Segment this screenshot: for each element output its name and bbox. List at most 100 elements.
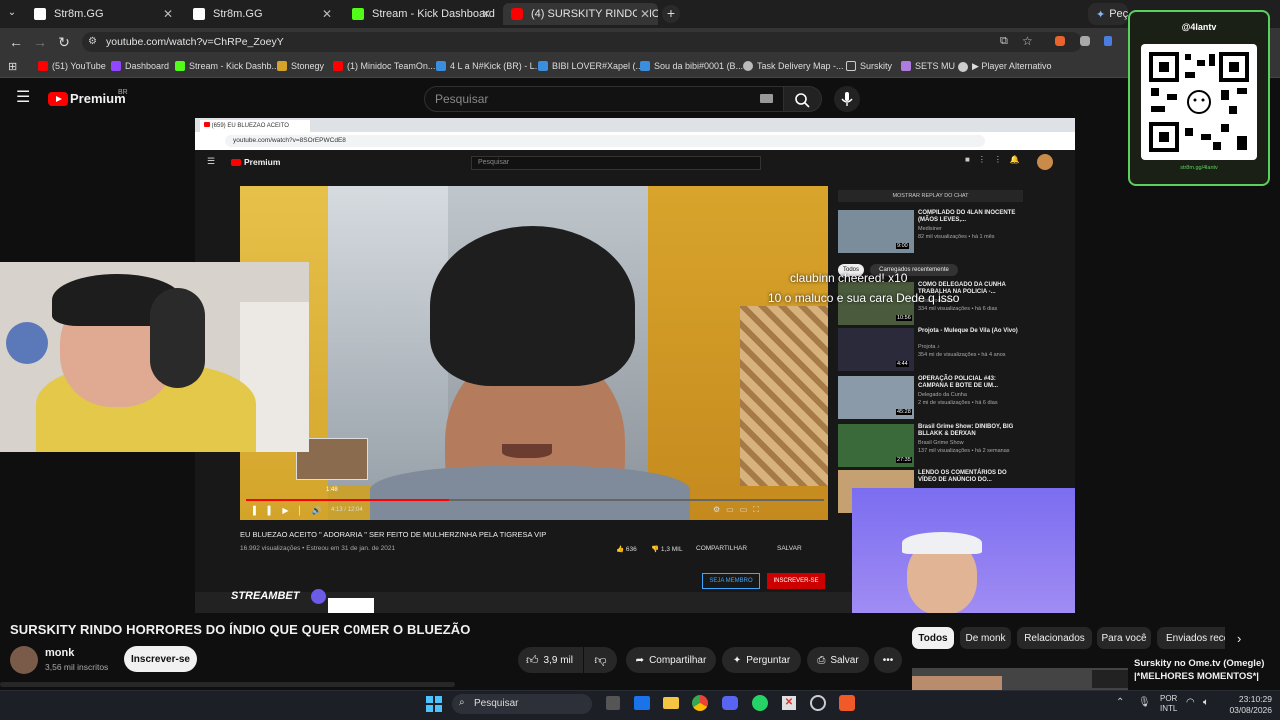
inner-rec-channel: Medisiner xyxy=(918,226,942,232)
bookmark-kick[interactable]: Stream - Kick Dashb... xyxy=(175,61,279,71)
apps-grid-icon[interactable]: ⊞ xyxy=(8,60,17,73)
search-input[interactable]: Pesquisar xyxy=(424,86,784,112)
bookmark-label: ▶ Player Alternativo xyxy=(972,61,1052,71)
channel-avatar[interactable] xyxy=(10,646,38,674)
windows-start-icon[interactable] xyxy=(426,696,442,712)
bookmark-folder-surskity[interactable]: Surskity xyxy=(846,61,892,71)
task-view-icon[interactable] xyxy=(606,696,620,710)
qr-code xyxy=(1141,44,1257,160)
like-icon: 👍︎ xyxy=(526,652,539,667)
youtube-favicon-icon xyxy=(204,122,210,127)
inner-rec-item: 4:44 Projota - Muleque De Vila (Ao Vivo) P… xyxy=(838,328,1028,372)
reload-icon[interactable]: ↻ xyxy=(56,34,72,50)
tab-search-icon[interactable]: ⌄ xyxy=(4,5,20,21)
dislike-button[interactable]: 👎︎ xyxy=(584,647,617,673)
streamer-facecam-right xyxy=(852,488,1075,613)
youtube-logo-icon[interactable] xyxy=(48,92,68,106)
capcut-icon[interactable]: ✕ xyxy=(782,696,796,710)
tab-label: Str8m.GG xyxy=(54,8,104,20)
chevron-right-icon[interactable]: › xyxy=(1237,631,1241,646)
back-icon[interactable]: ← xyxy=(8,34,24,50)
file-explorer-icon[interactable] xyxy=(663,697,679,709)
bookmark-lan-kick[interactable]: 4 L a N#Kick (BR) - L... xyxy=(436,61,542,71)
cast-icon[interactable]: ⧉ xyxy=(1000,35,1008,48)
new-tab-icon[interactable]: + xyxy=(662,5,680,23)
language-indicator[interactable]: POR INTL xyxy=(1160,694,1177,714)
bookmark-sou-da-bibi[interactable]: Sou da bibi#0001 (B... xyxy=(640,61,743,71)
share-button[interactable]: ➦ Compartilhar xyxy=(626,647,716,673)
country-badge: BR xyxy=(118,89,128,96)
discord-icon[interactable] xyxy=(722,696,738,710)
bookmark-player-alternativo[interactable]: ▶ Player Alternativo xyxy=(958,61,1051,72)
url-text[interactable]: youtube.com/watch?v=ChRPe_ZoeyY xyxy=(106,36,284,48)
recommended-thumbnail[interactable] xyxy=(912,668,1128,690)
chrome-icon[interactable] xyxy=(692,695,708,711)
inner-url: youtube.com/watch?v=8SOrEPWCdE8 xyxy=(233,137,346,144)
tab-kick-dashboard[interactable]: Stream - Kick Dashboard ✕ xyxy=(344,3,499,25)
bookmark-task-delivery[interactable]: Task Delivery Map -... xyxy=(743,61,844,71)
chip-recently-uploaded[interactable]: Enviados rece xyxy=(1157,627,1225,649)
inner-rec-channel: Projota ♪ xyxy=(918,344,940,350)
tab-youtube-active[interactable]: (4) SURSKITY RINDO HORRORE ✕ xyxy=(503,3,658,25)
bookmark-youtube[interactable]: (51) YouTube xyxy=(38,61,106,71)
volume-icon[interactable]: 🔈︎ xyxy=(1203,697,1209,708)
ask-button[interactable]: ✦ Perguntar xyxy=(722,647,801,673)
recommended-title[interactable]: Surskity no Ome.tv (Omegle) |*MELHORES M… xyxy=(1134,657,1274,683)
inner-video-title: EU BLUEZAO ACEITO " ADORARIA " SER FEITO… xyxy=(240,530,547,539)
subscribe-button[interactable]: Inscrever-se xyxy=(124,646,197,672)
inner-like-icon: 👍 xyxy=(616,546,626,553)
whatsapp-icon[interactable] xyxy=(752,695,768,711)
like-button[interactable]: 👍︎ 3,9 mil xyxy=(518,647,583,673)
tab-close-icon[interactable]: ✕ xyxy=(322,7,332,21)
chip-related[interactable]: Relacionados xyxy=(1017,627,1092,649)
obs-icon[interactable] xyxy=(810,695,826,711)
extension-icon[interactable] xyxy=(1104,36,1112,46)
wifi-icon[interactable]: ◠ xyxy=(1186,697,1195,708)
site-info-icon[interactable]: ⚙ xyxy=(88,36,97,47)
menu-hamburger-icon[interactable]: ☰ xyxy=(16,90,32,106)
globe-icon xyxy=(958,61,968,72)
chip-for-you[interactable]: Para você xyxy=(1097,627,1151,649)
bookmark-star-icon[interactable]: ☆ xyxy=(1022,34,1033,48)
streamer-facecam-left xyxy=(0,262,309,452)
tab-close-icon[interactable]: ✕ xyxy=(636,7,650,21)
forward-icon[interactable]: → xyxy=(32,34,48,50)
taskbar-clock[interactable]: 23:10:29 03/08/2026 xyxy=(1226,694,1272,716)
taskbar-search-label: Pesquisar xyxy=(474,698,519,709)
app-icon[interactable] xyxy=(839,695,855,711)
video-player[interactable]: (659) EU BLUEZAO ACEITO youtube.com/watc… xyxy=(195,118,1075,613)
tab-str8m-1[interactable]: Str8m.GG ✕ xyxy=(26,3,181,25)
bookmark-minidoc[interactable]: (1) Minidoc TeamOn... xyxy=(333,61,435,71)
extension-pill[interactable]: ✦ Peça xyxy=(1088,3,1128,25)
inner-menu-icon: ☰ xyxy=(207,156,216,166)
bookmark-sets-mu[interactable]: SETS MU xyxy=(901,61,955,71)
tab-close-icon[interactable]: ✕ xyxy=(481,7,491,21)
bookmark-stonegy[interactable]: Stonegy xyxy=(277,61,324,71)
chip-from-monk[interactable]: De monk xyxy=(960,627,1011,649)
keyboard-icon[interactable] xyxy=(760,94,773,103)
channel-name[interactable]: monk xyxy=(45,647,74,659)
microphone-tray-icon[interactable]: 🎙︎ xyxy=(1138,697,1151,708)
search-button[interactable] xyxy=(784,86,822,112)
tray-chevron-icon[interactable]: ⌃ xyxy=(1116,697,1124,708)
seek-preview-time: 1:48 xyxy=(326,487,338,493)
taskbar-search[interactable]: ⌕ Pesquisar xyxy=(452,694,592,714)
bookmark-icon: ⎙ xyxy=(817,654,826,666)
windows-logo-icon xyxy=(426,696,442,712)
extension-icon[interactable] xyxy=(1055,36,1065,46)
inner-dislike-group: 👎 1,3 MIL xyxy=(651,545,683,553)
tab-close-icon[interactable]: ✕ xyxy=(163,7,173,21)
inner-logo-text: Premium xyxy=(244,157,281,167)
chip-all[interactable]: Todos xyxy=(912,627,954,649)
bookmark-bibi-lover[interactable]: BIBI LOVER#Xapel (... xyxy=(538,61,643,71)
inner-like-count: 636 xyxy=(625,546,637,553)
extension-icon[interactable] xyxy=(1080,36,1090,46)
inner-youtube-logo-icon xyxy=(231,159,241,166)
voice-search-button[interactable] xyxy=(834,86,860,112)
inner-rec-meta: 137 mil visualizações • há 2 semanas xyxy=(918,448,1010,454)
bookmark-dashboard[interactable]: Dashboard xyxy=(111,61,169,71)
save-button[interactable]: ⎙ Salvar xyxy=(807,647,869,673)
more-actions-button[interactable]: ••• xyxy=(874,647,902,673)
tab-str8m-2[interactable]: Str8m.GG ✕ xyxy=(185,3,340,25)
outlook-icon[interactable] xyxy=(634,696,650,710)
